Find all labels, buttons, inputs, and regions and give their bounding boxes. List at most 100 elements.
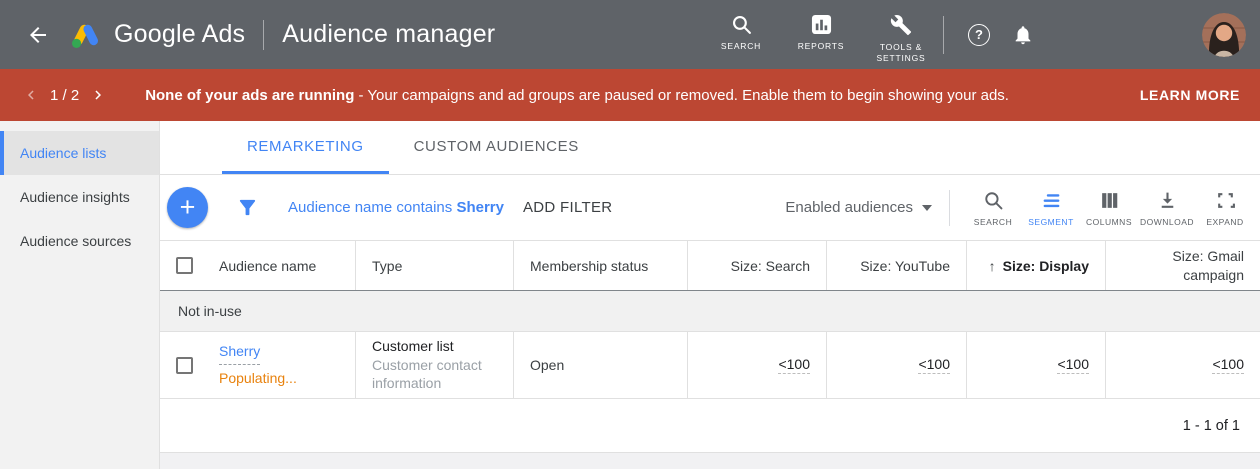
back-arrow-icon <box>26 23 50 47</box>
sidebar-item-audience-insights[interactable]: Audience insights <box>0 175 159 219</box>
banner-page-indicator: 1 / 2 <box>50 87 79 104</box>
plus-icon: + <box>180 192 196 223</box>
table-search-label: SEARCH <box>974 217 1012 227</box>
active-filter-chip[interactable]: Audience name contains Sherry <box>288 199 504 216</box>
filter-value: Sherry <box>456 199 504 216</box>
cell-size-display: <100 <box>966 332 1105 398</box>
reports-icon <box>811 14 832 35</box>
help-icon: ? <box>975 27 983 42</box>
account-avatar[interactable] <box>1202 13 1246 57</box>
segment-icon <box>1041 190 1062 211</box>
column-label-size-display: Size: Display <box>1003 258 1089 274</box>
select-all-checkbox[interactable] <box>176 257 193 274</box>
cell-size-search: <100 <box>687 332 826 398</box>
nav-search-button[interactable]: SEARCH <box>705 5 777 52</box>
caret-down-icon <box>922 205 932 211</box>
banner-message-body: - Your campaigns and ad groups are pause… <box>354 87 1009 104</box>
table-columns-button[interactable]: COLUMNS <box>1080 188 1138 227</box>
size-gmail-value[interactable]: <100 <box>1212 356 1244 374</box>
nav-search-label: SEARCH <box>721 41 761 52</box>
header-size-display[interactable]: ↑ Size: Display <box>966 241 1105 290</box>
table-segment-button[interactable]: SEGMENT <box>1022 188 1080 227</box>
audience-name-stack: Sherry Populating... <box>219 341 297 389</box>
column-label-size-youtube: Size: YouTube <box>860 258 950 274</box>
filter-icon[interactable] <box>236 196 259 219</box>
nav-reports-label: REPORTS <box>798 41 845 52</box>
header-type[interactable]: Type <box>355 241 513 290</box>
wrench-icon <box>890 14 912 36</box>
banner-message-title: None of your ads are running <box>145 87 354 104</box>
table-row: Sherry Populating... Customer list Custo… <box>160 332 1260 399</box>
help-button[interactable]: ? <box>968 24 990 46</box>
audience-name-link[interactable]: Sherry <box>219 341 260 365</box>
learn-more-link[interactable]: LEARN MORE <box>1140 87 1240 103</box>
bell-icon <box>1012 24 1034 46</box>
cell-membership-status: Open <box>513 332 687 398</box>
group-row-not-in-use: Not in-use <box>160 291 1260 332</box>
download-icon <box>1157 190 1178 211</box>
banner-pager: 1 / 2 <box>22 86 107 104</box>
table-download-label: DOWNLOAD <box>1140 217 1194 227</box>
pagination-bar: 1 - 1 of 1 <box>160 399 1260 453</box>
row-checkbox[interactable] <box>176 357 193 374</box>
type-value: Customer list <box>372 337 497 356</box>
sidebar: Audience lists Audience insights Audienc… <box>0 121 160 469</box>
table-download-button[interactable]: DOWNLOAD <box>1138 188 1196 227</box>
brand-name: Google Ads <box>114 20 245 49</box>
cell-audience-name: Sherry Populating... <box>160 332 355 398</box>
notifications-button[interactable] <box>1012 24 1034 46</box>
nav-tools-settings-button[interactable]: TOOLS & SETTINGS <box>865 5 937 64</box>
add-audience-button[interactable]: + <box>167 187 208 228</box>
banner-message: None of your ads are running - Your camp… <box>145 87 1009 104</box>
columns-icon <box>1099 190 1120 211</box>
filter-condition: Audience name contains <box>288 199 452 216</box>
audience-state-dropdown[interactable]: Enabled audiences <box>785 199 932 216</box>
page-title: Audience manager <box>282 20 495 49</box>
expand-icon <box>1215 190 1236 211</box>
table-search-button[interactable]: SEARCH <box>964 188 1022 227</box>
header-size-gmail[interactable]: Size: Gmail campaign <box>1105 241 1260 290</box>
app-bar: Google Ads Audience manager SEARCH REPOR… <box>0 0 1260 69</box>
header-audience-name: Audience name <box>160 241 355 290</box>
sidebar-item-audience-sources[interactable]: Audience sources <box>0 219 159 263</box>
tab-custom-audiences[interactable]: CUSTOM AUDIENCES <box>389 121 604 174</box>
table-header-row: Audience name Type Membership status Siz… <box>160 241 1260 291</box>
type-detail: Customer contact information <box>372 356 497 394</box>
size-search-value[interactable]: <100 <box>778 356 810 374</box>
size-display-value[interactable]: <100 <box>1057 356 1089 374</box>
header-membership-status[interactable]: Membership status <box>513 241 687 290</box>
sidebar-item-audience-lists[interactable]: Audience lists <box>0 131 159 175</box>
nav-reports-button[interactable]: REPORTS <box>785 5 857 52</box>
chevron-left-icon[interactable] <box>22 86 40 104</box>
add-filter-button[interactable]: ADD FILTER <box>523 199 612 216</box>
tab-remarketing[interactable]: REMARKETING <box>222 121 389 174</box>
membership-value: Open <box>530 357 564 373</box>
back-button[interactable] <box>20 17 56 53</box>
cell-size-youtube: <100 <box>826 332 966 398</box>
column-label-membership-status: Membership status <box>530 258 648 274</box>
column-label-audience-name[interactable]: Audience name <box>219 258 316 274</box>
group-label: Not in-use <box>178 303 242 319</box>
table-columns-label: COLUMNS <box>1086 217 1132 227</box>
cell-type: Customer list Customer contact informati… <box>355 332 513 398</box>
column-label-size-search: Size: Search <box>731 258 810 274</box>
app-bar-divider <box>263 20 264 50</box>
header-size-youtube[interactable]: Size: YouTube <box>826 241 966 290</box>
tab-bar: REMARKETING CUSTOM AUDIENCES <box>160 121 1260 175</box>
pagination-range: 1 - 1 of 1 <box>1183 418 1240 434</box>
column-label-type: Type <box>372 258 402 274</box>
toolbar-actions: SEARCH SEGMENT COLUMNS <box>964 188 1254 227</box>
header-size-search[interactable]: Size: Search <box>687 241 826 290</box>
footer-background <box>160 453 1260 469</box>
audience-state-value: Enabled audiences <box>785 199 913 216</box>
toolbar-divider <box>949 190 950 226</box>
table-segment-label: SEGMENT <box>1028 217 1074 227</box>
google-ads-logo-icon[interactable] <box>70 21 102 49</box>
chevron-right-icon[interactable] <box>89 86 107 104</box>
main-panel: REMARKETING CUSTOM AUDIENCES + Audience … <box>160 121 1260 469</box>
app-bar-nav: SEARCH REPORTS TOOLS & SETTINGS <box>705 5 937 64</box>
nav-tools-settings-label: TOOLS & SETTINGS <box>871 42 931 64</box>
table-expand-button[interactable]: EXPAND <box>1196 188 1254 227</box>
alert-banner: 1 / 2 None of your ads are running - You… <box>0 69 1260 121</box>
size-youtube-value[interactable]: <100 <box>918 356 950 374</box>
